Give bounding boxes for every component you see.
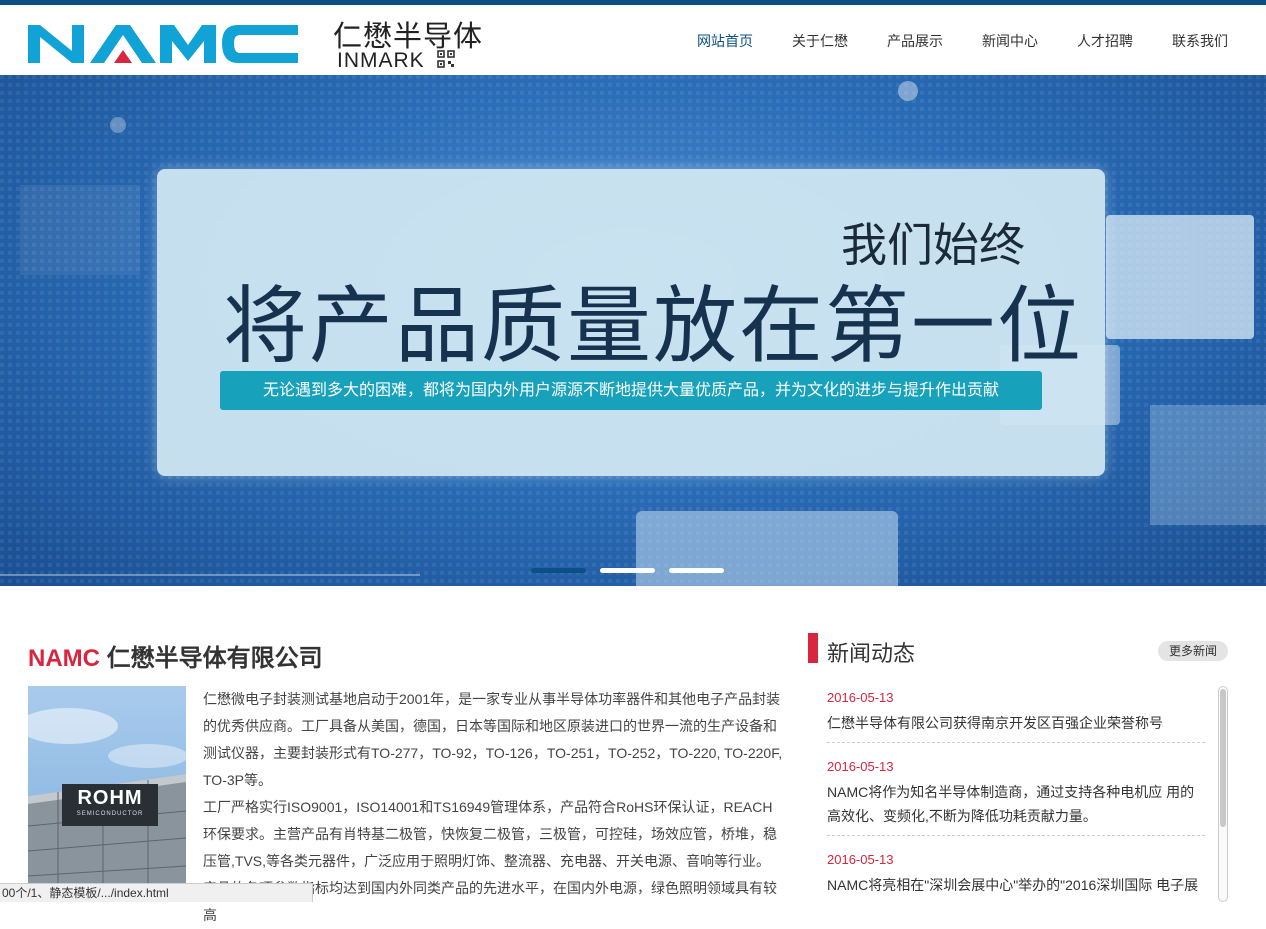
carousel-indicators bbox=[531, 568, 738, 573]
company-paragraph-2: 工厂严格实行ISO9001，ISO14001和TS16949管理体系，产品符合R… bbox=[203, 799, 777, 923]
more-news-button[interactable]: 更多新闻 bbox=[1158, 641, 1228, 661]
news-headline[interactable]: 仁懋半导体有限公司获得南京开发区百强企业荣誉称号 bbox=[827, 711, 1205, 735]
rohm-sign: ROHM bbox=[77, 787, 143, 809]
nav-item-2[interactable]: 关于仁懋 bbox=[792, 31, 848, 51]
banner-tagline: 无论遇到多大的困难，都将为国内外用户源源不断地提供大量优质产品，并为文化的进步与… bbox=[220, 371, 1042, 410]
rohm-sign-subtitle: SEMICONDUCTOR bbox=[76, 811, 144, 817]
namc-logo[interactable] bbox=[28, 23, 298, 63]
carousel-dot-3[interactable] bbox=[669, 568, 724, 573]
main-nav: 网站首页 关于仁懋 产品展示 新闻中心 人才招聘 联系我们 bbox=[658, 31, 1228, 51]
carousel-dot-1[interactable] bbox=[531, 568, 586, 573]
company-paragraph-1: 仁懋微电子封装测试基地启动于2001年，是一家专业从事半导体功率器件和其他电子产… bbox=[203, 691, 783, 788]
nav-item-3[interactable]: 产品展示 bbox=[887, 31, 943, 51]
carousel-dot-2[interactable] bbox=[600, 568, 655, 573]
banner-headline: 将产品质量放在第一位 bbox=[223, 279, 1084, 373]
news-date: 2016-05-13 bbox=[827, 690, 894, 705]
site-header: 仁懋半导体 INMARK 网站首页 关于仁懋 产品展示 新闻中心 人才招聘 联系我们 bbox=[0, 5, 1266, 75]
news-scrollbar-thumb[interactable] bbox=[1220, 689, 1226, 827]
nav-item-1[interactable]: 网站首页 bbox=[697, 31, 753, 51]
news-headline[interactable]: NAMC将亮相在"深圳会展中心"举办的"2016深圳国际 电子展 bbox=[827, 873, 1205, 897]
news-title-marker bbox=[808, 633, 818, 663]
news-item[interactable]: 2016-05-13 NAMC将亮相在"深圳会展中心"举办的"2016深圳国际 … bbox=[827, 848, 1205, 904]
browser-status-bar: 00个/1、静态模板/.../index.html bbox=[0, 883, 313, 902]
nav-item-5[interactable]: 人才招聘 bbox=[1077, 31, 1133, 51]
news-scrollbar[interactable] bbox=[1218, 686, 1228, 902]
news-item[interactable]: 2016-05-13 仁懋半导体有限公司获得南京开发区百强企业荣誉称号 bbox=[827, 686, 1205, 743]
hero-banner: 我们始终 将产品质量放在第一位 无论遇到多大的困难，都将为国内外用户源源不断地提… bbox=[0, 75, 1266, 586]
company-title-name: 仁懋半导体有限公司 bbox=[100, 645, 323, 672]
news-headline[interactable]: NAMC将作为知名半导体制造商，通过支持各种电机应 用的高效化、变频化,不断为降… bbox=[827, 780, 1205, 828]
nav-item-4[interactable]: 新闻中心 bbox=[982, 31, 1038, 51]
banner-card: 我们始终 将产品质量放在第一位 无论遇到多大的困难，都将为国内外用户源源不断地提… bbox=[157, 169, 1105, 476]
company-building-image: ROHM SEMICONDUCTOR bbox=[28, 686, 186, 902]
company-title: NAMC 仁懋半导体有限公司 bbox=[28, 638, 323, 673]
company-title-accent: NAMC bbox=[28, 645, 100, 672]
qr-code-icon[interactable] bbox=[437, 50, 455, 68]
news-date: 2016-05-13 bbox=[827, 852, 894, 867]
news-list: 2016-05-13 仁懋半导体有限公司获得南京开发区百强企业荣誉称号 2016… bbox=[827, 686, 1205, 904]
nav-item-6[interactable]: 联系我们 bbox=[1172, 31, 1228, 51]
news-item[interactable]: 2016-05-13 NAMC将作为知名半导体制造商，通过支持各种电机应 用的高… bbox=[827, 755, 1205, 836]
brand-english-name: INMARK bbox=[337, 49, 425, 72]
news-section-title: 新闻动态 bbox=[827, 641, 916, 666]
news-date: 2016-05-13 bbox=[827, 759, 894, 774]
